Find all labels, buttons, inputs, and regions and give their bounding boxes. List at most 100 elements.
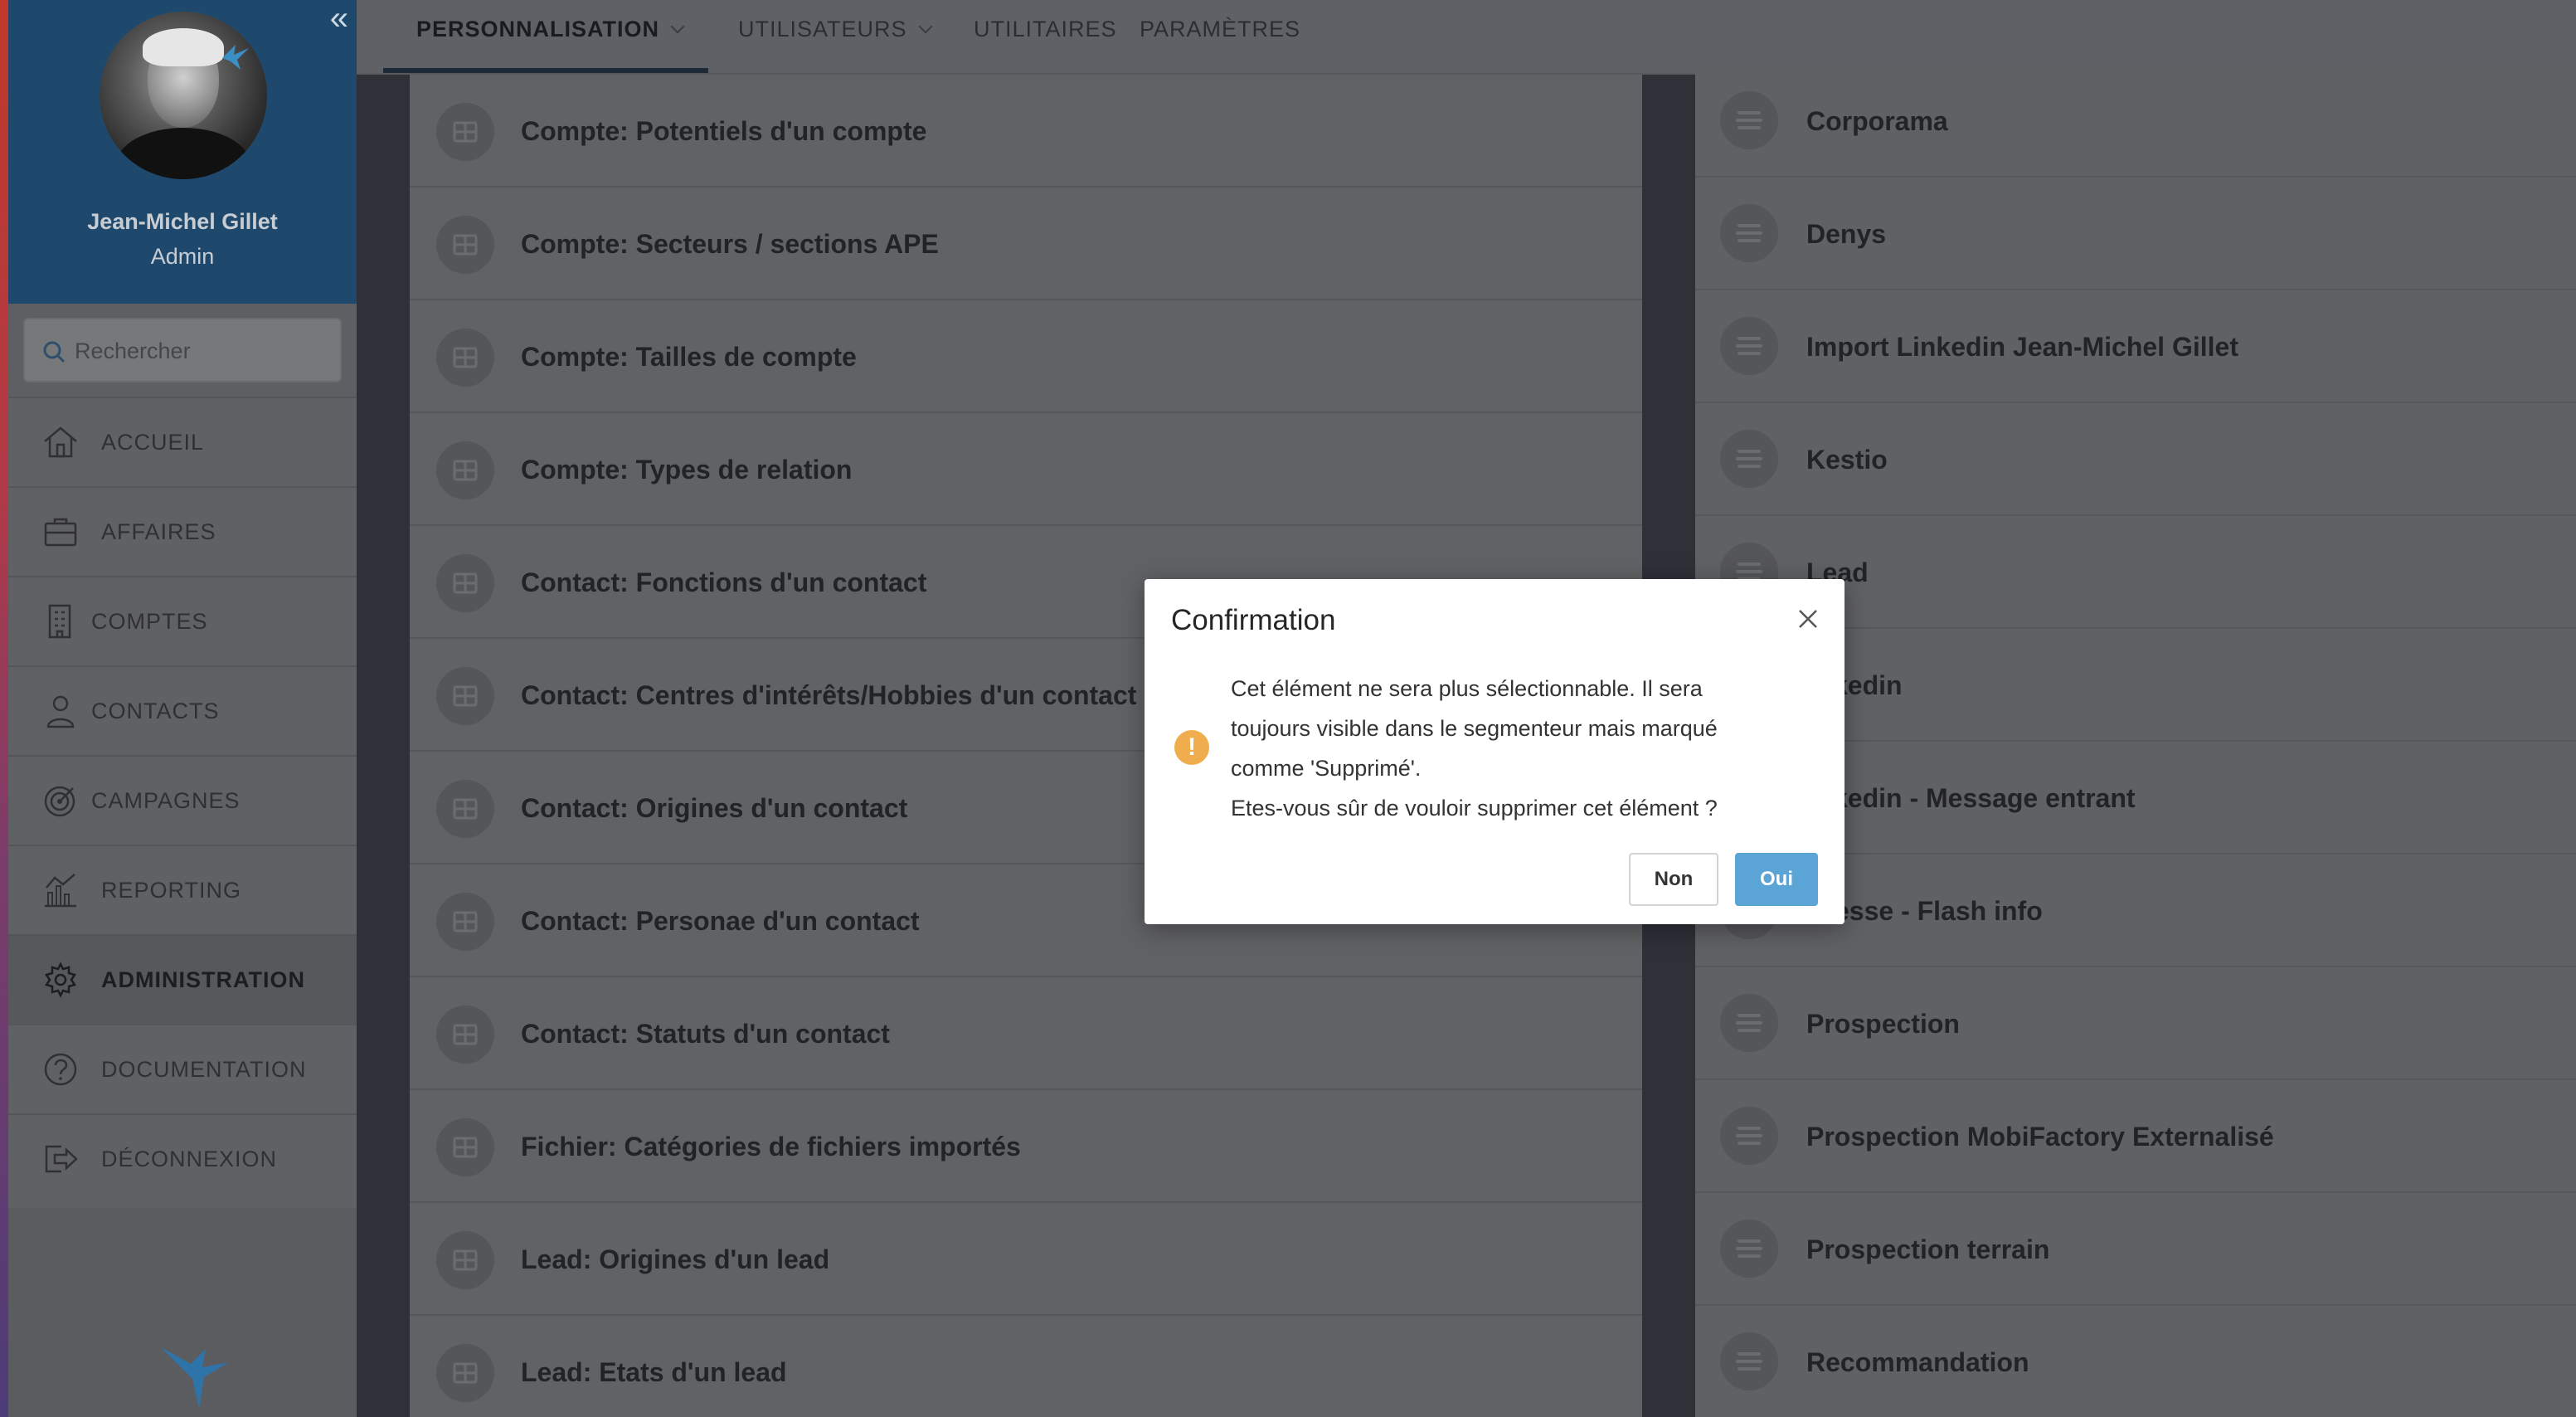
tab-label: UTILISATEURS — [738, 17, 907, 41]
list-item-label: Prospection terrain — [1806, 1234, 2050, 1264]
list-item-label: Prospection MobiFactory Externalisé — [1806, 1122, 2274, 1152]
target-icon — [44, 786, 75, 817]
list-item-label: Contact: Origines d'un contact — [521, 793, 908, 823]
list-item-label: Import Linkedin Jean-Michel Gillet — [1806, 332, 2238, 362]
search-input[interactable] — [75, 331, 323, 371]
collapse-sidebar-icon[interactable]: « — [330, 2, 348, 35]
main-nav: ACCUEIL AFFAIRES COMPTES CONTACTS CAMPAG… — [8, 397, 357, 1203]
tab-label: UTILITAIRES — [974, 17, 1117, 41]
nav-item-reporting[interactable]: REPORTING — [8, 845, 357, 934]
active-tab-indicator — [383, 68, 708, 73]
profile-role: Admin — [150, 244, 215, 269]
tab-parametres[interactable]: PARAMÈTRES — [1140, 17, 1300, 42]
nav-label: DOCUMENTATION — [101, 1057, 307, 1082]
nav-item-administration[interactable]: ADMINISTRATION — [8, 934, 357, 1024]
search-section — [8, 304, 357, 397]
question-icon — [44, 1053, 77, 1086]
chart-icon — [45, 874, 76, 908]
app-edge-strip — [0, 0, 8, 1417]
nav-item-documentation[interactable]: DOCUMENTATION — [8, 1024, 357, 1113]
list-item[interactable]: Fichier: Catégories de fichiers importés — [410, 1090, 1642, 1203]
list-item[interactable]: Compte: Tailles de compte — [410, 300, 1642, 413]
grid-icon — [436, 216, 494, 274]
nav-label: ACCUEIL — [101, 430, 205, 455]
profile-name: Jean-Michel Gillet — [87, 209, 278, 234]
list-item-label: Contact: Fonctions d'un contact — [521, 567, 927, 597]
list-lines-icon — [1720, 430, 1778, 488]
list-item[interactable]: Recommandation — [1695, 1306, 2576, 1417]
grid-icon — [436, 329, 494, 387]
dialog-message-line: Etes-vous sûr de vouloir supprimer cet é… — [1231, 796, 1718, 820]
list-item-label: kedin - Message entrant — [1833, 783, 2136, 813]
list-item[interactable]: Compte: Potentiels d'un compte — [410, 75, 1642, 187]
nav-label: ADMINISTRATION — [101, 967, 305, 992]
list-item-label: Fichier: Catégories de fichiers importés — [521, 1132, 1021, 1161]
list-lines-icon — [1720, 1220, 1778, 1278]
dialog-message-line: Cet élément ne sera plus sélectionnable.… — [1231, 676, 1703, 701]
search-box — [23, 318, 342, 382]
profile-header: « Jean-Michel Gillet Admin — [8, 0, 357, 304]
dialog-message-line: comme 'Supprimé'. — [1231, 756, 1422, 781]
nav-item-contacts[interactable]: CONTACTS — [8, 665, 357, 755]
gear-icon — [45, 962, 76, 998]
list-item-label: Lead: Origines d'un lead — [521, 1244, 830, 1274]
nav-item-campagnes[interactable]: CAMPAGNES — [8, 755, 357, 845]
list-lines-icon — [1720, 1332, 1778, 1390]
list-item-label: Contact: Centres d'intérêts/Hobbies d'un… — [521, 680, 1137, 710]
close-icon[interactable] — [1796, 607, 1820, 631]
list-item-label: Lead: Etats d'un lead — [521, 1357, 787, 1387]
list-item-label: Kestio — [1806, 445, 1888, 475]
list-item-label: Compte: Secteurs / sections APE — [521, 229, 939, 259]
confirmation-dialog: Confirmation ! Cet élément ne sera plus … — [1145, 579, 1845, 924]
list-item[interactable]: Prospection — [1695, 967, 2576, 1080]
grid-icon — [436, 441, 494, 499]
dialog-title: Confirmation — [1171, 604, 1336, 636]
list-item[interactable]: Lead: Origines d'un lead — [410, 1203, 1642, 1316]
tab-utilitaires[interactable]: UTILITAIRES — [974, 17, 1117, 42]
avatar[interactable] — [100, 12, 267, 179]
list-item[interactable]: Prospection MobiFactory Externalisé — [1695, 1080, 2576, 1193]
list-lines-icon — [1720, 91, 1778, 149]
logout-icon — [45, 1145, 78, 1173]
list-item[interactable]: Kestio — [1695, 403, 2576, 516]
grid-icon — [436, 893, 494, 951]
nav-label: CONTACTS — [91, 699, 220, 723]
list-item[interactable]: Compte: Secteurs / sections APE — [410, 187, 1642, 300]
list-lines-icon — [1720, 1107, 1778, 1165]
nav-label: COMPTES — [91, 609, 208, 634]
grid-icon — [436, 554, 494, 612]
list-item-label: Corporama — [1806, 106, 1948, 136]
chevron-down-icon — [918, 19, 933, 34]
grid-icon — [436, 103, 494, 161]
list-item[interactable]: Import Linkedin Jean-Michel Gillet — [1695, 290, 2576, 403]
chevron-down-icon — [670, 19, 685, 34]
grid-icon — [436, 1006, 494, 1064]
list-lines-icon — [1720, 204, 1778, 262]
list-item[interactable]: Prospection terrain — [1695, 1193, 2576, 1306]
list-item-label: Denys — [1806, 219, 1887, 249]
bird-badge-icon — [222, 45, 249, 70]
list-item-label: Recommandation — [1806, 1347, 2029, 1377]
nav-item-deconnexion[interactable]: DÉCONNEXION — [8, 1113, 357, 1203]
list-item-label: Contact: Statuts d'un contact — [521, 1019, 890, 1049]
top-tabs: PERSONNALISATION UTILISATEURS UTILITAIRE… — [357, 0, 2576, 75]
list-item[interactable]: Denys — [1695, 178, 2576, 290]
confirm-button[interactable]: Oui — [1735, 853, 1818, 906]
nav-item-accueil[interactable]: ACCUEIL — [8, 397, 357, 486]
nav-label: CAMPAGNES — [91, 788, 241, 813]
cancel-button[interactable]: Non — [1629, 853, 1718, 906]
nav-item-comptes[interactable]: COMPTES — [8, 576, 357, 665]
list-item[interactable]: Contact: Statuts d'un contact — [410, 977, 1642, 1090]
grid-icon — [436, 1231, 494, 1289]
dialog-message: Cet élément ne sera plus sélectionnable.… — [1231, 669, 1811, 828]
tab-utilisateurs[interactable]: UTILISATEURS — [738, 17, 933, 42]
list-item[interactable]: Lead: Etats d'un lead — [410, 1316, 1642, 1417]
search-icon — [43, 341, 66, 363]
tab-label: PARAMÈTRES — [1140, 17, 1301, 41]
list-lines-icon — [1720, 994, 1778, 1052]
list-item[interactable]: Compte: Types de relation — [410, 413, 1642, 526]
nav-item-affaires[interactable]: AFFAIRES — [8, 486, 357, 576]
tab-personnalisation[interactable]: PERSONNALISATION — [416, 17, 685, 42]
list-item[interactable]: Corporama — [1695, 65, 2576, 178]
list-item-label: Compte: Tailles de compte — [521, 342, 857, 372]
